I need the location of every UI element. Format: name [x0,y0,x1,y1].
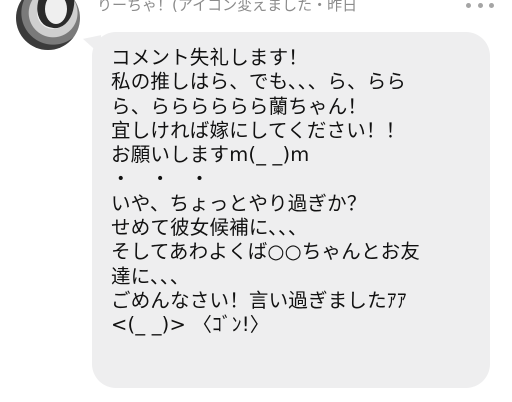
more-dots-icon[interactable] [466,0,494,14]
more-dot [477,2,483,8]
message-line: そしてあわよくば○○ちゃんとお友 [111,240,421,264]
comment-header: りーちゃ！(アイコン変えました・昨日 [97,0,358,14]
message-line: 宜しければ嫁にしてください！！ [111,118,406,142]
message-line: お願いしますm(_ _)m [111,143,310,167]
comment-item: りーちゃ！(アイコン変えました・昨日 コメント失礼します！ 私の推しはら、でも、… [0,0,512,402]
avatar[interactable] [16,0,80,50]
message-line: 私の推しはら、でも、、、ら、らら [111,70,407,94]
message-line: いや、ちょっとやり過ぎか？ [111,191,367,215]
message-line: 達に、、、 [111,264,190,288]
message-line: <(_ _)> 〈ｺﾞﾝ!〉 [111,313,270,337]
message-line: ら、らららららら蘭ちゃん！ [111,94,368,118]
comment-message: コメント失礼します！ 私の推しはら、でも、、、ら、らら ら、らららららら蘭ちゃん… [111,46,481,338]
message-line: ・ ・ ・ [111,167,210,191]
comment-bubble: コメント失礼します！ 私の推しはら、でも、、、ら、らら ら、らららららら蘭ちゃん… [92,32,490,388]
message-line: コメント失礼します！ [111,46,309,69]
more-dot [466,2,471,8]
more-dot [489,2,494,8]
message-line: ごめんなさい！言い過ぎましたｱｱ [111,288,407,312]
message-line: せめて彼女候補に、、、 [111,216,308,240]
